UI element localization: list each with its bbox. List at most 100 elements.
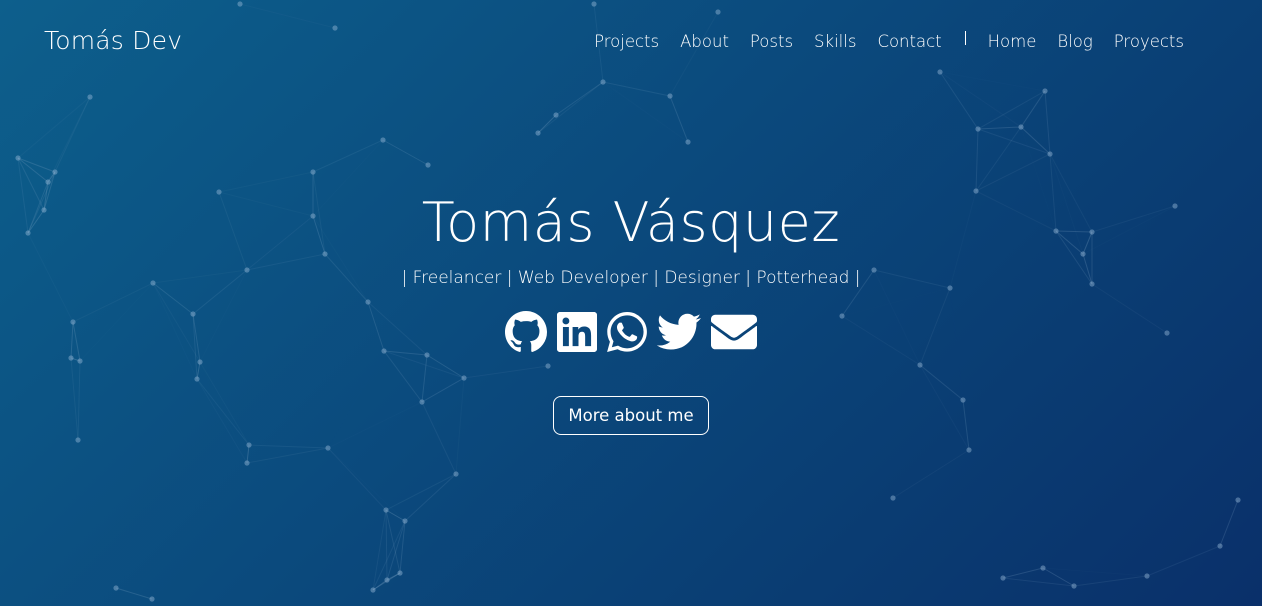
network-node — [1235, 497, 1241, 503]
network-line — [555, 81, 604, 116]
network-line — [975, 128, 979, 192]
network-line — [382, 139, 429, 166]
network-line — [537, 81, 604, 134]
network-node — [1018, 124, 1024, 130]
more-about-me-button[interactable]: More about me — [553, 396, 709, 435]
network-line — [327, 447, 387, 511]
network-node — [402, 518, 408, 524]
network-line — [602, 81, 671, 97]
network-node — [1071, 583, 1077, 589]
network-node — [113, 585, 119, 591]
linkedin-link[interactable] — [557, 312, 597, 352]
network-node — [75, 437, 81, 443]
network-line — [939, 71, 979, 130]
network-line — [246, 447, 329, 464]
nav-divider — [964, 30, 966, 45]
network-line — [1020, 126, 1051, 155]
network-line — [428, 133, 538, 165]
network-node — [685, 139, 691, 145]
network-line — [246, 444, 250, 464]
network-node — [325, 445, 331, 451]
network-node — [310, 169, 316, 175]
network-node — [87, 94, 93, 100]
network-node — [15, 155, 21, 161]
hero-tagline: | Freelancer | Web Developer | Designer … — [401, 268, 861, 288]
network-node — [244, 460, 250, 466]
network-node — [237, 1, 243, 7]
network-node — [937, 69, 943, 75]
network-node — [383, 507, 389, 513]
network-line — [17, 157, 49, 183]
main-nav: Projects About Posts Skills Contact Home… — [594, 30, 1184, 51]
network-line — [239, 3, 336, 29]
network-node — [553, 112, 559, 118]
network-line — [1146, 545, 1221, 577]
network-line — [385, 509, 406, 522]
nav-link-home[interactable]: Home — [988, 32, 1037, 51]
network-node — [890, 495, 896, 501]
network-line — [372, 509, 387, 591]
network-node — [591, 1, 597, 7]
whatsapp-icon — [607, 312, 647, 352]
linkedin-icon — [557, 312, 597, 352]
whatsapp-link[interactable] — [607, 312, 647, 352]
network-line — [1002, 567, 1044, 579]
network-line — [312, 139, 384, 173]
network-line — [1219, 499, 1239, 547]
network-line — [47, 171, 56, 183]
network-node — [52, 169, 58, 175]
network-line — [399, 520, 406, 574]
network-line — [1073, 575, 1148, 587]
network-line — [385, 509, 388, 581]
brand-logo[interactable]: Tomás Dev — [44, 26, 182, 55]
network-line — [386, 520, 406, 581]
network-line — [372, 520, 406, 591]
network-node — [246, 442, 252, 448]
network-node — [1047, 151, 1053, 157]
email-link[interactable] — [711, 314, 757, 350]
network-line — [1043, 568, 1147, 576]
network-line — [328, 448, 405, 521]
network-line — [975, 126, 1022, 192]
nav-link-skills[interactable]: Skills — [814, 32, 856, 51]
github-icon — [505, 311, 547, 352]
network-node — [425, 162, 431, 168]
nav-link-projects[interactable]: Projects — [594, 32, 659, 51]
network-line — [669, 11, 719, 97]
github-link[interactable] — [505, 311, 547, 353]
network-node — [45, 179, 51, 185]
network-node — [332, 25, 338, 31]
network-node — [1040, 565, 1046, 571]
network-line — [385, 509, 401, 574]
network-line — [1042, 567, 1075, 587]
network-line — [386, 572, 401, 581]
network-node — [453, 471, 459, 477]
network-node — [1042, 88, 1048, 94]
nav-link-proyects[interactable]: Proyects — [1114, 32, 1184, 51]
nav-link-posts[interactable]: Posts — [750, 32, 793, 51]
twitter-link[interactable] — [657, 313, 701, 351]
network-line — [1044, 90, 1051, 155]
network-line — [400, 474, 456, 573]
network-node — [397, 570, 403, 576]
network-node — [380, 137, 386, 143]
hero-name: Tomás Vásquez — [421, 191, 841, 254]
network-line — [977, 126, 1022, 130]
network-line — [537, 114, 557, 134]
network-node — [149, 596, 155, 602]
nav-link-contact[interactable]: Contact — [877, 32, 941, 51]
network-line — [977, 90, 1046, 130]
network-line — [372, 572, 401, 591]
network-node — [384, 577, 390, 583]
network-line — [1002, 577, 1075, 587]
nav-link-blog[interactable]: Blog — [1057, 32, 1092, 51]
network-node — [370, 587, 376, 593]
network-line — [372, 579, 388, 591]
network-line — [248, 444, 329, 449]
network-line — [977, 128, 1051, 155]
social-links — [0, 310, 1262, 354]
nav-link-about[interactable]: About — [680, 32, 729, 51]
network-node — [1217, 543, 1223, 549]
email-icon — [711, 314, 757, 350]
network-line — [975, 153, 1051, 192]
